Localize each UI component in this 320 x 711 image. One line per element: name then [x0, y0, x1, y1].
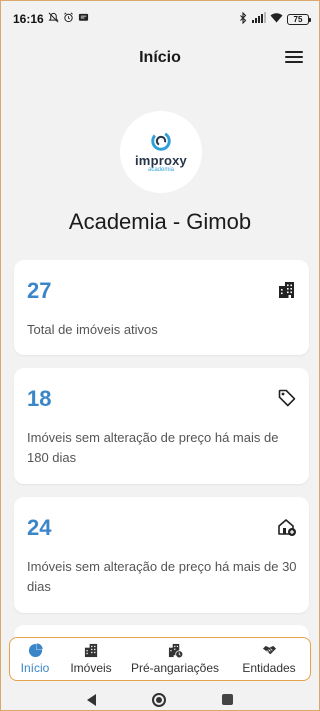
organization-name: Academia - Gimob [68, 209, 252, 234]
battery-level: 75 [293, 14, 303, 24]
app-header: Início [1, 37, 319, 79]
logo-name: improxy [135, 152, 187, 168]
status-time: 16:16 [13, 12, 44, 26]
mute-notification-icon [48, 12, 59, 26]
logo-subtitle: academia [147, 166, 174, 173]
nav-item-inicio[interactable]: Início [10, 638, 60, 680]
home-icon[interactable] [152, 692, 166, 707]
bottom-navigation: Início Imóveis Pré-angariações Entidades [9, 637, 311, 681]
logo-mark-icon [151, 131, 171, 151]
recents-icon[interactable] [222, 694, 233, 705]
nav-item-entidades[interactable]: Entidades [228, 638, 310, 680]
nav-item-label: Imóveis [70, 661, 112, 675]
app-screen: 16:16 75 Início improxy academia Academi… [0, 0, 320, 711]
stat-label: Total de imóveis ativos [27, 322, 158, 337]
stat-value: 27 [27, 278, 52, 303]
message-icon [78, 12, 89, 26]
page-title: Início [139, 49, 181, 66]
buildings-icon [277, 280, 297, 300]
stat-value: 18 [27, 386, 52, 411]
nav-item-imoveis[interactable]: Imóveis [60, 638, 122, 680]
stat-label: Imóveis sem alteração de preço há mais d… [27, 559, 297, 594]
hamburger-menu-icon[interactable] [285, 49, 303, 65]
battery-icon: 75 [287, 13, 311, 25]
stat-card-no-price-change-30[interactable]: 24 Imóveis sem alteração de preço há mai… [14, 497, 309, 613]
wifi-icon [270, 12, 283, 26]
stat-card-no-price-change-180[interactable]: 18 Imóveis sem alteração de preço há mai… [14, 368, 309, 484]
stat-card-active-properties[interactable]: 27 Total de imóveis ativos [14, 260, 309, 355]
status-bar: 16:16 75 [1, 1, 319, 37]
building-clock-icon [168, 643, 183, 659]
nav-item-label: Entidades [242, 661, 296, 675]
pie-chart-icon [28, 643, 43, 658]
alarm-icon [63, 12, 74, 26]
stat-value: 24 [27, 515, 52, 540]
nav-item-label: Início [20, 661, 50, 675]
status-left: 16:16 [13, 12, 89, 26]
company-logo: improxy academia [120, 111, 202, 193]
stat-label: Imóveis sem alteração de preço há mais d… [27, 430, 279, 465]
buildings-icon [84, 643, 99, 658]
status-right: 75 [239, 11, 311, 27]
bluetooth-icon [239, 11, 248, 27]
nav-item-pre-angariacoes[interactable]: Pré-angariações [122, 638, 228, 680]
signal-icon [252, 12, 266, 26]
system-navigation-bar [1, 687, 319, 710]
handshake-icon [262, 643, 277, 658]
price-tag-icon [277, 388, 297, 408]
back-icon[interactable] [87, 693, 96, 706]
nav-item-label: Pré-angariações [130, 661, 220, 675]
house-add-icon [277, 517, 297, 537]
